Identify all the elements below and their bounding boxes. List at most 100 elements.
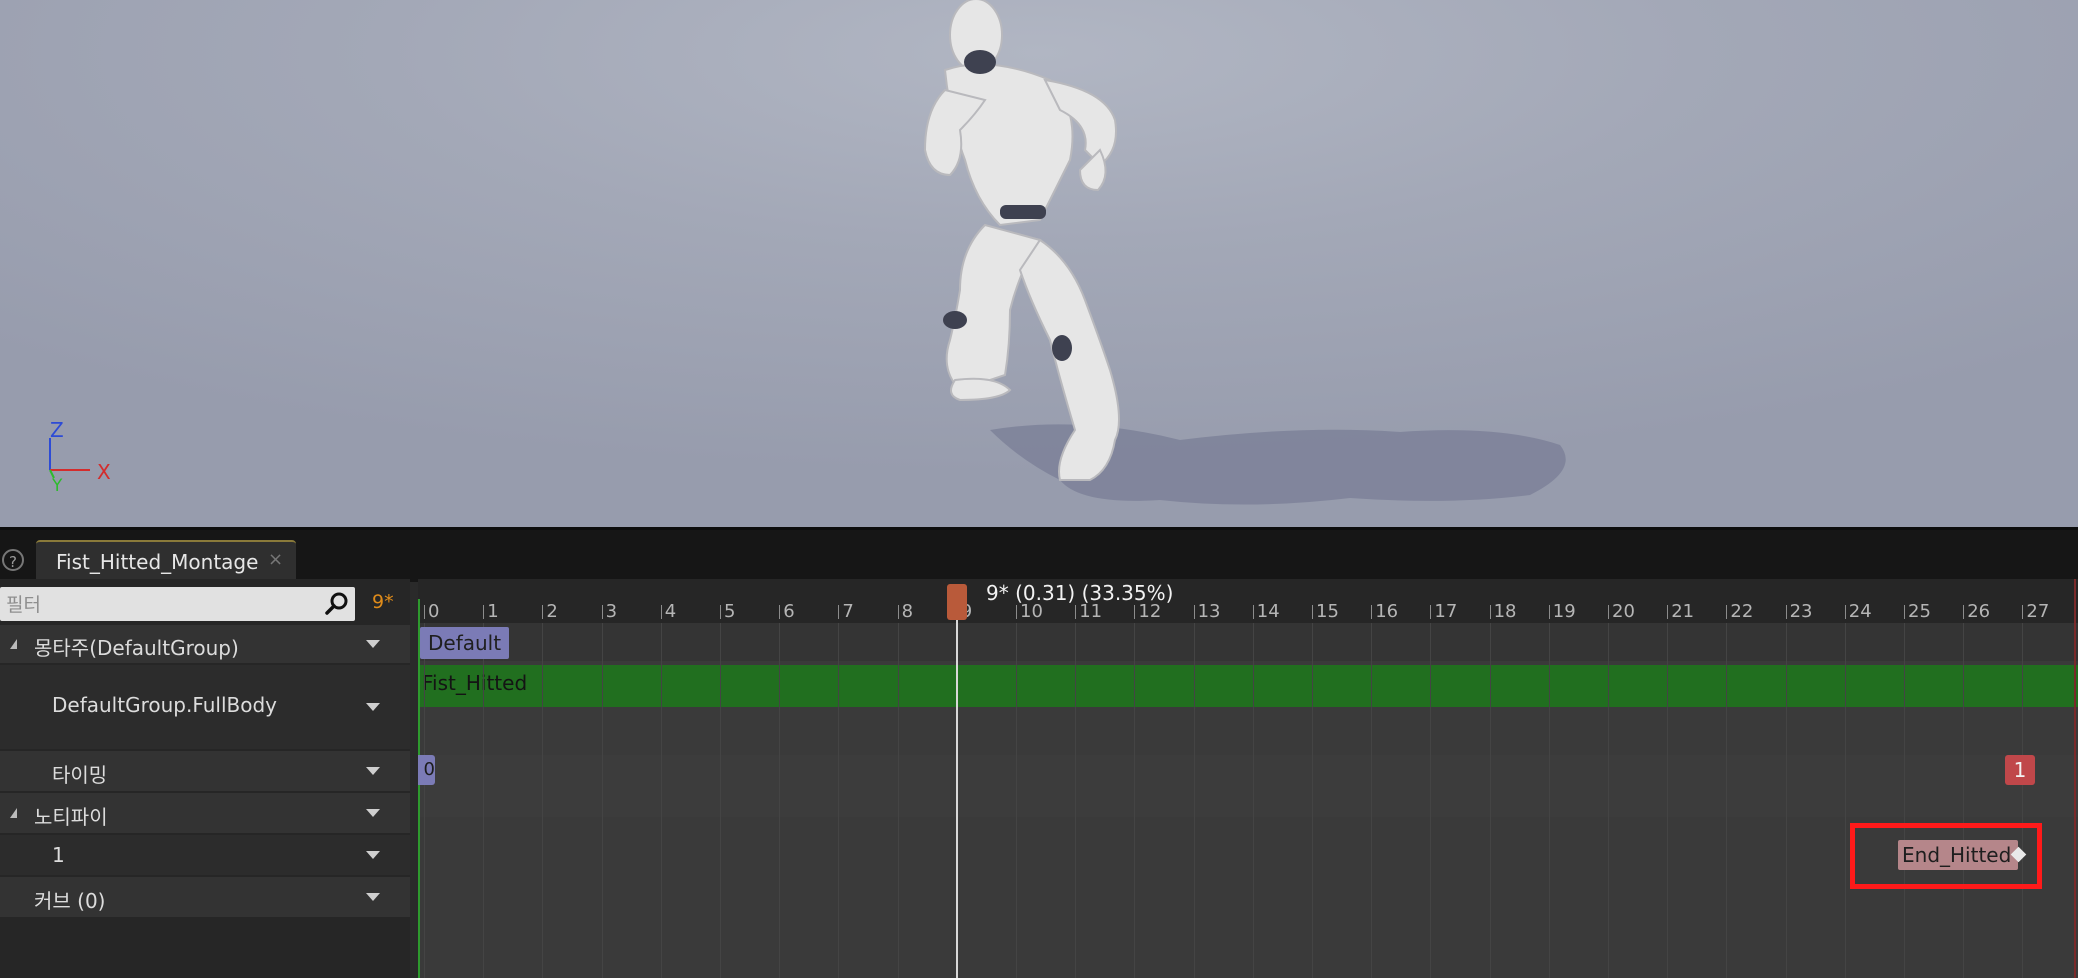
ruler-tick-mark [424, 605, 425, 619]
track-row-timing[interactable]: 타이밍 [0, 751, 410, 791]
track-row-label: 노티파이 [34, 805, 108, 829]
tab-fist-hitted-montage[interactable]: Fist_Hitted_Montage × [36, 540, 296, 580]
ruler-tick-label: 22 [1730, 601, 1754, 622]
grid-line [1667, 623, 1669, 978]
axis-y-label: Y [52, 476, 63, 496]
axis-x-label: X [97, 460, 111, 484]
ruler-tick-label: 8 [901, 601, 914, 622]
ruler-tick-mark [1904, 605, 1905, 619]
grid-line [1371, 623, 1373, 978]
grid-line [1312, 623, 1313, 978]
ruler-tick-label: 5 [724, 601, 736, 622]
track-row-notify-1[interactable]: 1 [0, 835, 410, 875]
close-icon[interactable]: × [268, 549, 283, 570]
axis-z-label: Z [50, 418, 64, 442]
filter-input[interactable] [4, 591, 308, 619]
time-ruler[interactable]: 0123456789101112131415161718192021222324… [418, 579, 2078, 623]
track-row-label: 커브 (0) [34, 889, 106, 913]
track-row-montage-group[interactable]: 몽타주(DefaultGroup) [0, 625, 410, 663]
ruler-tick-mark [1726, 605, 1728, 619]
mannequin-preview [923, 0, 1566, 505]
grid-line [483, 623, 485, 978]
timing-marker-end[interactable]: 1 [2005, 755, 2035, 785]
grid-line [1963, 623, 1965, 978]
help-icon[interactable]: ? [2, 549, 24, 571]
chevron-down-icon[interactable] [366, 640, 380, 648]
ruler-tick-mark [1489, 605, 1491, 619]
grid-line [1726, 623, 1728, 978]
ruler-tick-label: 27 [2026, 601, 2050, 622]
track-row-slot[interactable]: DefaultGroup.FullBody [0, 665, 410, 749]
grid-line [1016, 623, 1017, 978]
slot-track[interactable]: Fist_Hitted [418, 665, 2078, 707]
grid-line [897, 623, 899, 978]
ruler-tick-label: 13 [1197, 601, 1221, 622]
expand-arrow-icon[interactable] [10, 808, 17, 818]
ruler-tick-mark [1548, 605, 1550, 619]
ruler-tick-mark [1844, 605, 1846, 619]
ruler-tick-label: 7 [842, 601, 854, 622]
ruler-tick-label: 2 [546, 601, 558, 622]
ruler-tick-label: 3 [605, 601, 618, 622]
track-row-curves[interactable]: 커브 (0) [0, 877, 410, 917]
ruler-tick-label: 16 [1375, 601, 1399, 622]
end-marker [2074, 579, 2076, 978]
ruler-tick-label: 25 [1908, 601, 1931, 622]
ruler-tick-label: 0 [428, 601, 440, 622]
ruler-tick-mark [1312, 605, 1313, 619]
grid-line [542, 623, 544, 978]
playhead-handle[interactable] [946, 584, 967, 620]
ruler-tick-mark [1785, 605, 1787, 619]
grid-line [1785, 623, 1787, 978]
highlight-box [1850, 823, 2042, 889]
chevron-down-icon[interactable] [366, 809, 380, 817]
ruler-tick-mark [779, 605, 781, 619]
grid-line [660, 623, 662, 978]
track-row-notifies[interactable]: 노티파이 [0, 793, 410, 833]
grid-line [2022, 623, 2024, 978]
track-list-panel: 9* 몽타주(DefaultGroup) DefaultGroup.FullBo… [0, 579, 410, 978]
track-row-label: DefaultGroup.FullBody [52, 693, 278, 717]
ruler-tick-label: 1 [487, 601, 499, 622]
search-icon[interactable] [324, 591, 350, 617]
expand-arrow-icon[interactable] [10, 639, 17, 649]
ruler-tick-label: 15 [1316, 601, 1339, 622]
section-track [418, 623, 2078, 661]
section-default[interactable]: Default [420, 627, 510, 659]
ruler-tick-label: 23 [1789, 601, 1813, 622]
ruler-tick-mark [1134, 605, 1136, 619]
grid-line [424, 623, 425, 978]
timing-marker-start[interactable]: 0 [418, 755, 435, 785]
chevron-down-icon[interactable] [366, 767, 380, 775]
montage-timeline[interactable]: Fist_Hitted 0123456789101112131415161718… [418, 579, 2078, 978]
chevron-down-icon[interactable] [366, 703, 380, 711]
ruler-tick-label: 24 [1848, 601, 1872, 622]
ruler-tick-mark [2022, 605, 2024, 619]
track-row-label: 몽타주(DefaultGroup) [34, 636, 239, 660]
chevron-down-icon[interactable] [366, 851, 380, 859]
playhead-label: 9* (0.31) (33.35%) [986, 581, 1174, 605]
ruler-tick-mark [601, 605, 603, 619]
ruler-tick-mark [542, 605, 544, 619]
ruler-tick-mark [1667, 605, 1669, 619]
ruler-tick-mark [1430, 605, 1432, 619]
ruler-tick-mark [1371, 605, 1373, 619]
ruler-tick-label: 19 [1552, 601, 1576, 622]
ruler-tick-mark [1608, 605, 1609, 619]
grid-line [601, 623, 603, 978]
ruler-tick-label: 6 [783, 601, 795, 622]
axis-gizmo: Z X Y [40, 418, 120, 500]
ruler-tick-label: 21 [1671, 601, 1695, 622]
timing-track [418, 755, 2078, 817]
ruler-tick-mark [1016, 605, 1017, 619]
chevron-down-icon[interactable] [366, 893, 380, 901]
ruler-tick-label: 18 [1493, 601, 1517, 622]
grid-line [1252, 623, 1254, 978]
grid-line [1430, 623, 1432, 978]
grid-line [1548, 623, 1550, 978]
grid-line [1844, 623, 1846, 978]
grid-line [720, 623, 721, 978]
ruler-tick-mark [1963, 605, 1965, 619]
editor-tab-strip [0, 527, 2078, 582]
animation-viewport[interactable]: Z X Y [0, 0, 2078, 527]
